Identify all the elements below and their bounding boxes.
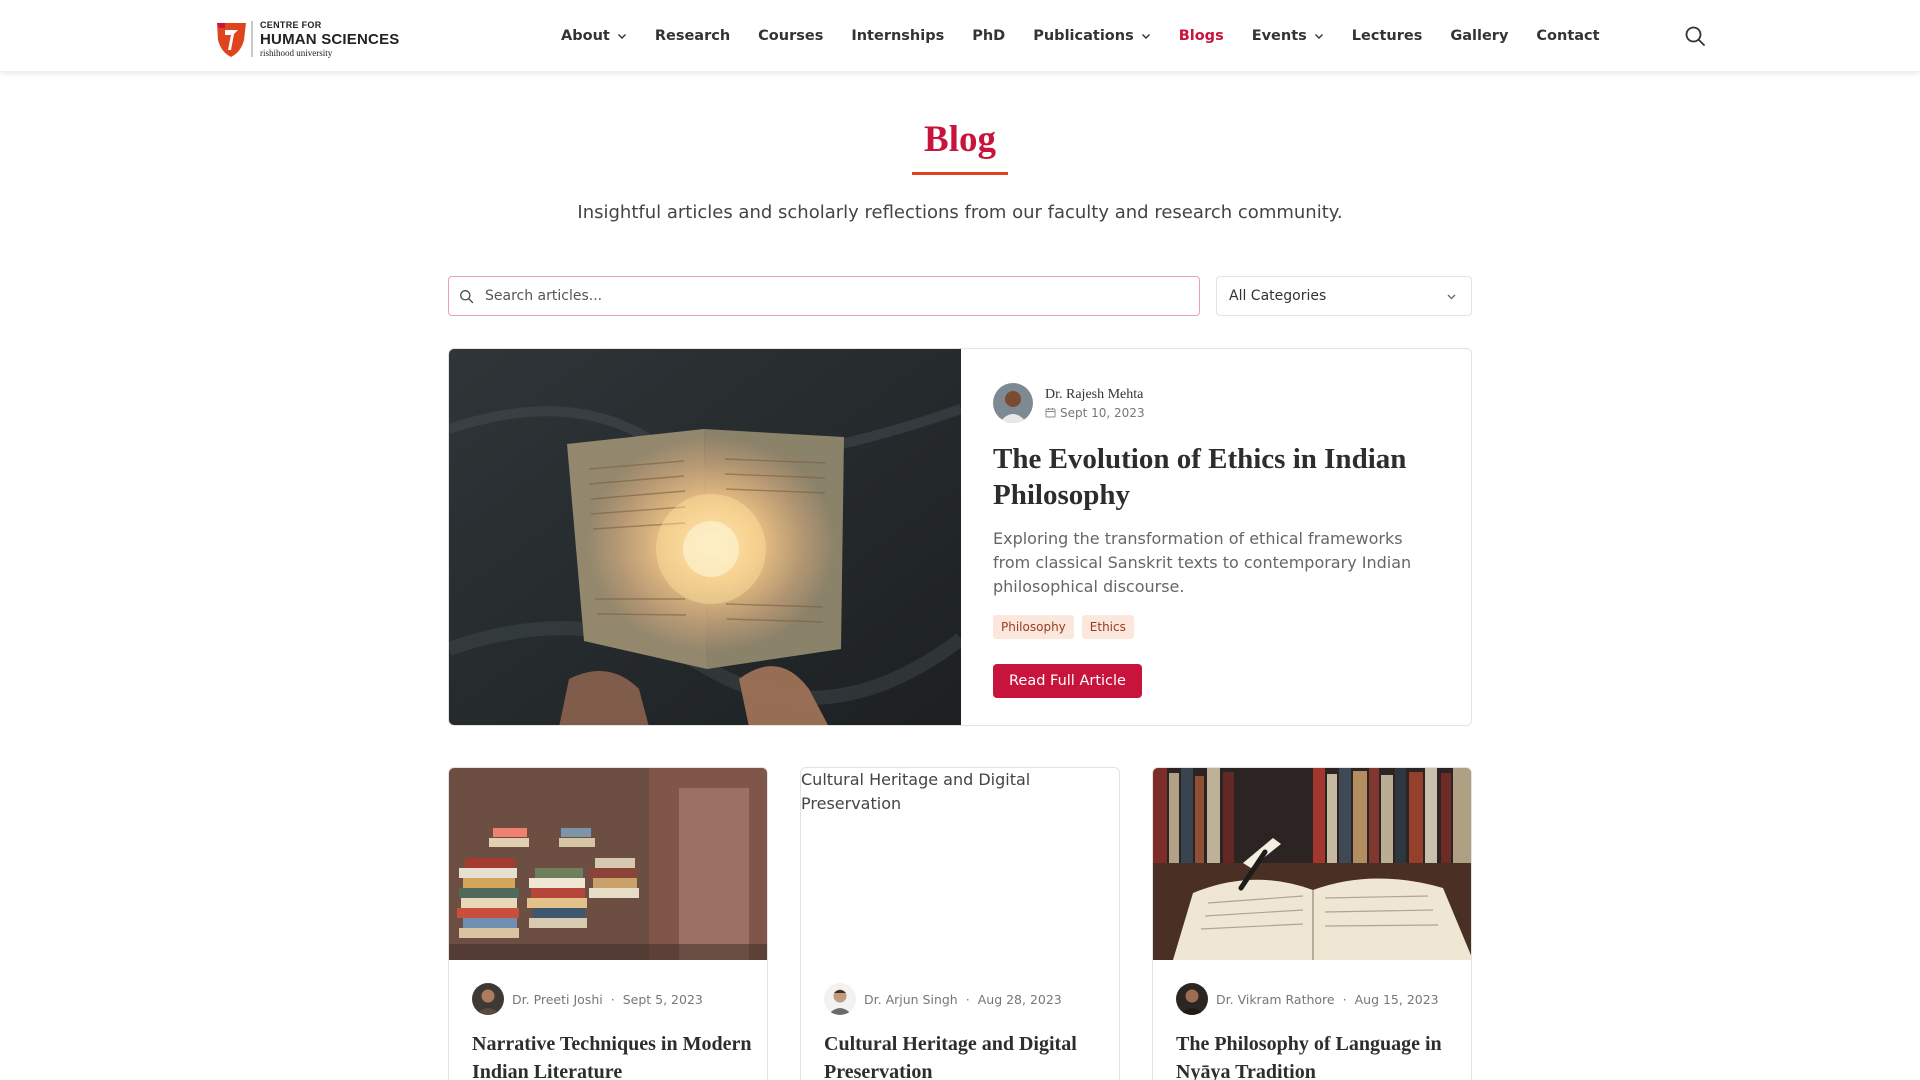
- nav-item-research[interactable]: Research: [655, 28, 730, 44]
- card-title[interactable]: Cultural Heritage and Digital Preservati…: [824, 1030, 1104, 1080]
- nav-label: Events: [1251, 27, 1307, 44]
- author-row: Dr. Rajesh Mehta Sept 10, 2023: [993, 383, 1433, 423]
- card-image-alt-text[interactable]: Cultural Heritage and Digital Preservati…: [801, 768, 1101, 816]
- featured-image[interactable]: [449, 349, 961, 726]
- nav-item-contact[interactable]: Contact: [1536, 28, 1599, 44]
- nav-label: Internships: [851, 27, 945, 44]
- featured-excerpt: Exploring the transformation of ethical …: [993, 529, 1412, 596]
- card-image[interactable]: [449, 768, 768, 960]
- nav-item-gallery[interactable]: Gallery: [1450, 28, 1508, 44]
- meta-separator: ·: [610, 991, 615, 1007]
- card-title[interactable]: The Philosophy of Language in Nyāya Trad…: [1176, 1030, 1456, 1080]
- chevron-down-icon: [1314, 33, 1323, 39]
- page-title: Blog: [924, 119, 996, 160]
- article-search[interactable]: [448, 276, 1200, 316]
- featured-title[interactable]: The Evolution of Ethics in Indian Philos…: [993, 441, 1433, 513]
- logo-line-3: rishihood university: [260, 47, 333, 58]
- card-author[interactable]: Dr. Preeti Joshi: [512, 992, 603, 1007]
- card-author[interactable]: Dr. Arjun Singh: [864, 992, 958, 1007]
- author-meta: Dr. Rajesh Mehta Sept 10, 2023: [1045, 387, 1145, 420]
- category-select[interactable]: All Categories: [1216, 276, 1472, 316]
- logo-text: CENTRE FOR HUMAN SCIENCES rishihood univ…: [260, 19, 400, 58]
- card-meta: Dr. Vikram Rathore · Aug 15, 2023: [1176, 983, 1439, 1015]
- nav-item-courses[interactable]: Courses: [758, 28, 823, 44]
- nav-label: Lectures: [1351, 27, 1423, 44]
- card-date: Aug 28, 2023: [977, 991, 1062, 1007]
- post-date-text: Sept 10, 2023: [1060, 405, 1145, 420]
- card-author[interactable]: Dr. Vikram Rathore: [1216, 992, 1335, 1007]
- nav-item-events[interactable]: Events: [1252, 28, 1324, 44]
- read-full-article-button[interactable]: Read Full Article: [993, 664, 1142, 698]
- nav-label: About: [561, 27, 610, 44]
- nav-label: Research: [654, 27, 731, 44]
- author-name[interactable]: Dr. Rajesh Mehta: [1045, 387, 1145, 403]
- tag-list: Philosophy Ethics: [993, 615, 1433, 639]
- nav-item-phd[interactable]: PhD: [972, 28, 1005, 44]
- tag-philosophy[interactable]: Philosophy: [993, 615, 1074, 639]
- card-title[interactable]: Narrative Techniques in Modern Indian Li…: [472, 1030, 752, 1080]
- featured-article: Dr. Rajesh Mehta Sept 10, 2023 The Evolu…: [448, 348, 1472, 726]
- card-date: Sept 5, 2023: [622, 991, 703, 1007]
- search-icon: [460, 289, 474, 303]
- author-avatar: [472, 983, 504, 1015]
- nav-item-blogs[interactable]: Blogs: [1179, 28, 1224, 44]
- nav-label: Blogs: [1178, 27, 1224, 44]
- card-image[interactable]: [1153, 768, 1472, 960]
- site-header: CENTRE FOR HUMAN SCIENCES rishihood univ…: [0, 0, 1920, 71]
- nav-item-publications[interactable]: Publications: [1033, 28, 1150, 44]
- author-avatar: [993, 383, 1033, 423]
- chevron-down-icon: [1141, 33, 1150, 39]
- post-date: Sept 10, 2023: [1045, 406, 1145, 420]
- logo-line-2: HUMAN SCIENCES: [260, 30, 400, 48]
- meta-separator: ·: [1342, 991, 1347, 1007]
- card-meta: Dr. Preeti Joshi · Sept 5, 2023: [472, 983, 703, 1015]
- logo-divider: [251, 21, 253, 57]
- meta-separator: ·: [965, 991, 970, 1007]
- article-card[interactable]: Dr. Vikram Rathore · Aug 15, 2023 The Ph…: [1152, 767, 1472, 1080]
- card-meta: Dr. Arjun Singh · Aug 28, 2023: [824, 983, 1062, 1015]
- author-avatar: [1176, 983, 1208, 1015]
- nav-label: Contact: [1536, 27, 1600, 44]
- logo-shield-icon: [217, 23, 246, 57]
- search-input[interactable]: [485, 288, 1165, 304]
- nav-item-about[interactable]: About: [561, 28, 627, 44]
- card-date: Aug 15, 2023: [1354, 991, 1439, 1007]
- main-nav: About Research Courses Internships PhD P…: [561, 0, 1628, 71]
- nav-label: PhD: [972, 27, 1006, 44]
- calendar-icon: [1045, 408, 1056, 418]
- tag-ethics[interactable]: Ethics: [1081, 615, 1134, 639]
- nav-label: Courses: [758, 27, 824, 44]
- nav-label: Publications: [1033, 27, 1134, 44]
- article-card[interactable]: Dr. Preeti Joshi · Sept 5, 2023 Narrativ…: [448, 767, 768, 1080]
- logo-line-1: CENTRE FOR: [260, 19, 322, 30]
- title-underline: [912, 172, 1008, 175]
- nav-item-internships[interactable]: Internships: [851, 28, 944, 44]
- featured-body: Dr. Rajesh Mehta Sept 10, 2023 The Evolu…: [993, 383, 1433, 698]
- article-card[interactable]: Cultural Heritage and Digital Preservati…: [800, 767, 1120, 1080]
- site-logo[interactable]: CENTRE FOR HUMAN SCIENCES rishihood univ…: [216, 20, 399, 58]
- search-icon[interactable]: [1684, 25, 1706, 47]
- nav-item-lectures[interactable]: Lectures: [1352, 28, 1423, 44]
- chevron-down-icon: [1447, 294, 1456, 299]
- author-avatar: [824, 983, 856, 1015]
- nav-label: Gallery: [1450, 27, 1509, 44]
- page-subtitle: Insightful articles and scholarly reflec…: [577, 202, 1343, 223]
- category-select-value: All Categories: [1229, 288, 1327, 304]
- chevron-down-icon: [617, 33, 626, 39]
